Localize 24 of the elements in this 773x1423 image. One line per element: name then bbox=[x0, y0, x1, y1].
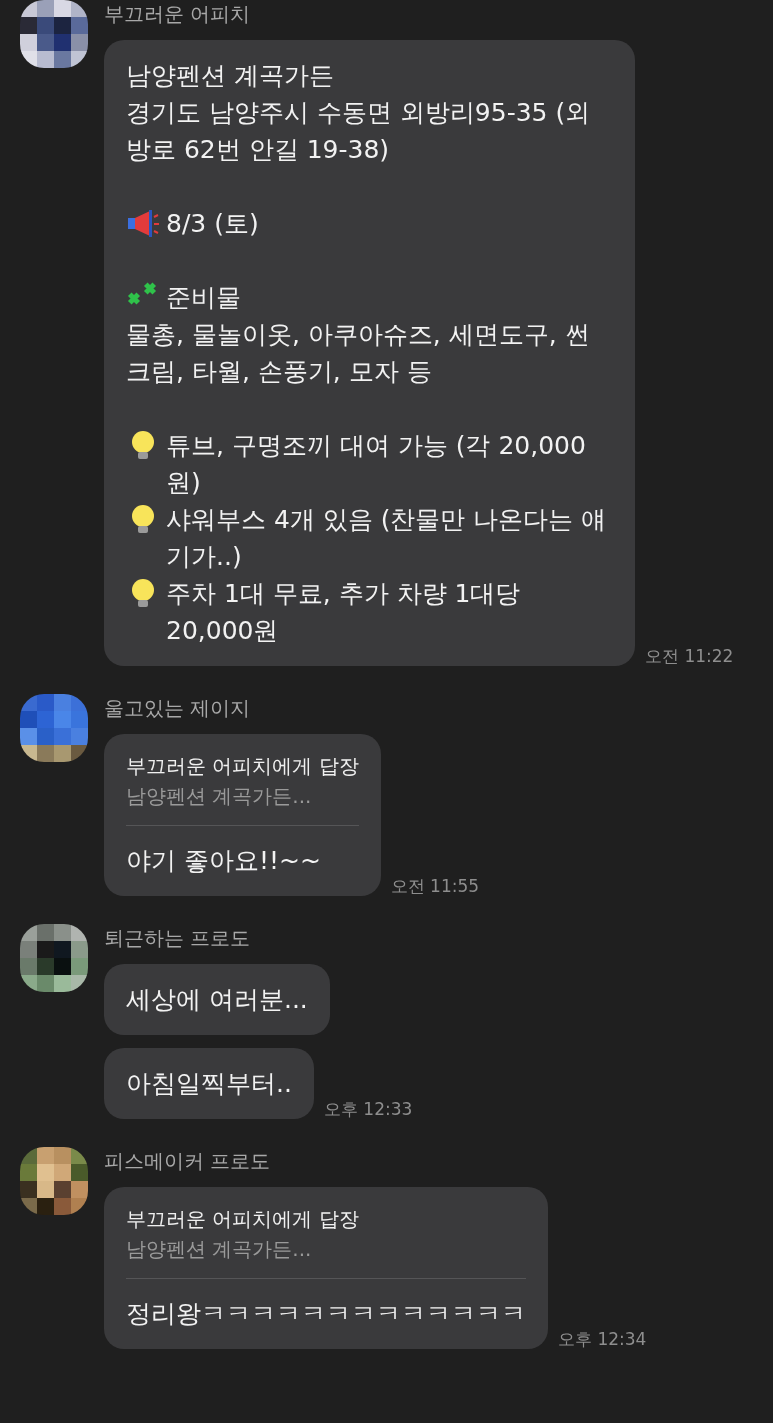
message-time: 오전 11:22 bbox=[645, 645, 734, 668]
reply-header: 부끄러운 어피치에게 답장 bbox=[126, 753, 359, 780]
message-text: 정리왕ㅋㅋㅋㅋㅋㅋㅋㅋㅋㅋㅋㅋㅋ bbox=[126, 1298, 526, 1330]
message-time: 오후 12:33 bbox=[323, 1098, 413, 1121]
message-text: 준비물 bbox=[166, 282, 241, 314]
reply-quote: 남양펜션 계곡가든... bbox=[126, 783, 313, 810]
message-text: 세상에 여러분... bbox=[126, 984, 308, 1016]
message-time: 오전 11:55 bbox=[390, 875, 480, 898]
reply-quote: 남양펜션 계곡가든... bbox=[126, 1236, 313, 1263]
sender-name: 울고있는 제이지 bbox=[104, 695, 252, 722]
sender-name: 피스메이커 프로도 bbox=[104, 1148, 272, 1175]
message-text: 물총, 물놀이옷, 아쿠아슈즈, 세면도구, 썬크림, 타월, 손풍기, 모자 등 bbox=[126, 319, 591, 388]
message-text: 8/3 (토) bbox=[166, 208, 259, 240]
message-time: 오후 12:34 bbox=[558, 1328, 647, 1351]
message-text: 아침일찍부터.. bbox=[126, 1068, 292, 1100]
message-text: 야기 좋아요!!~~ bbox=[126, 845, 322, 877]
message-text: 주차 1대 무료, 추가 차량 1대당 20,000원 bbox=[166, 578, 522, 647]
reply-header: 부끄러운 어피치에게 답장 bbox=[126, 1206, 360, 1233]
sender-name: 퇴근하는 프로도 bbox=[104, 925, 252, 952]
sender-name: 부끄러운 어피치 bbox=[104, 1, 252, 28]
message-text: 튜브, 구명조끼 대여 가능 (각 20,000원) bbox=[166, 430, 587, 499]
message-text: 남양펜션 계곡가든 bbox=[126, 60, 334, 92]
message-text: 샤워부스 4개 있음 (찬물만 나온다는 얘기가..) bbox=[166, 504, 608, 573]
message-text: 경기도 남양주시 수동면 외방리95-35 (외방로 62번 안길 19-38) bbox=[126, 97, 592, 166]
